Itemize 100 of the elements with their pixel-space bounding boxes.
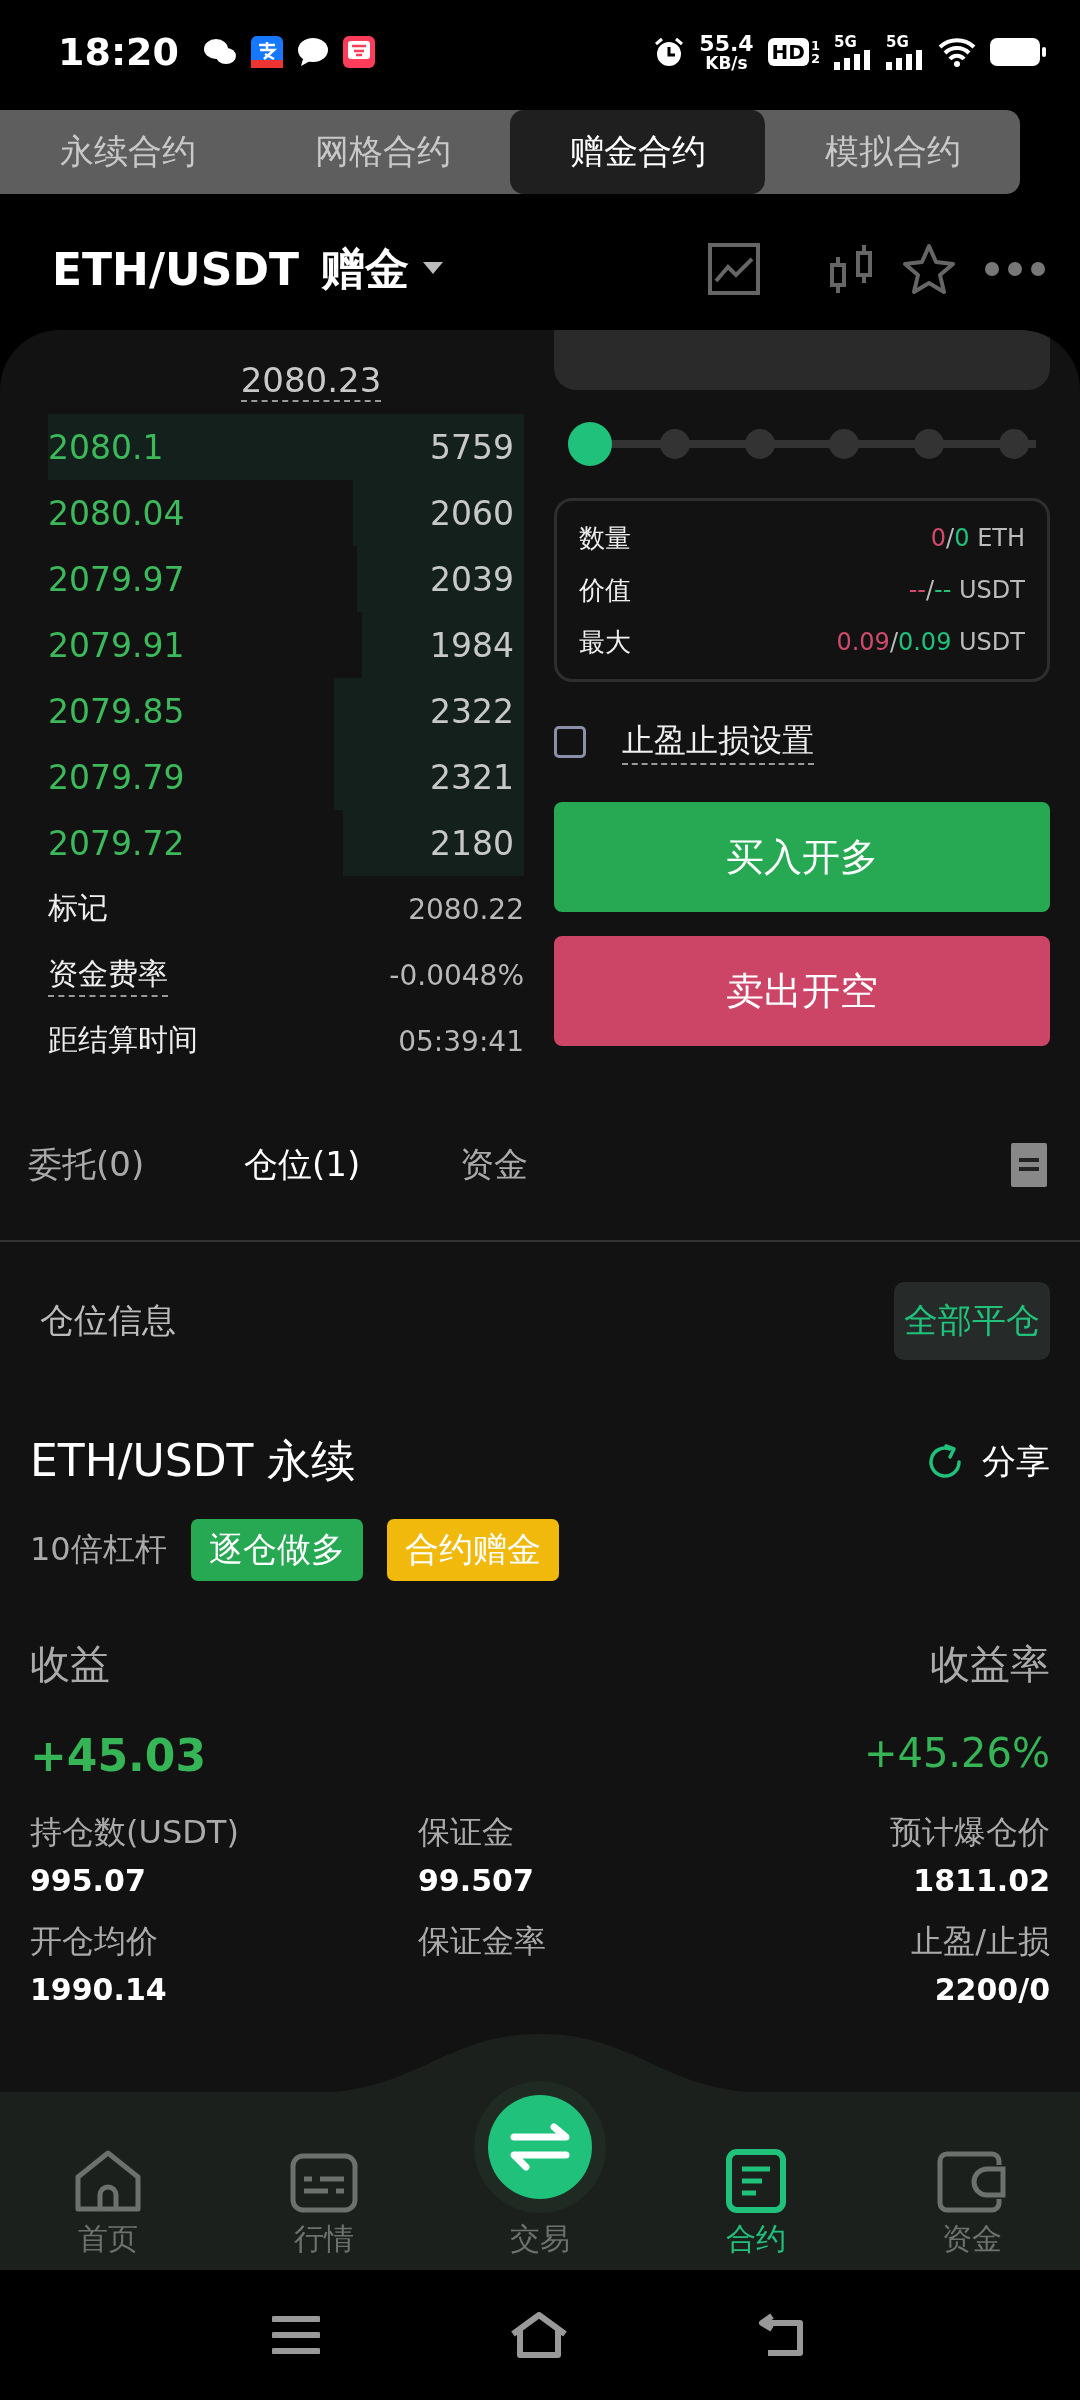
network-type: 5G bbox=[886, 34, 909, 50]
document-icon bbox=[726, 2149, 786, 2213]
order-tab[interactable]: 仓位(1) bbox=[244, 1142, 460, 1188]
swap-icon bbox=[472, 2079, 608, 2215]
mode-tab[interactable]: 网格合约 bbox=[255, 110, 510, 194]
order-tab[interactable]: 资金 bbox=[460, 1142, 676, 1188]
tp-sl-label[interactable]: 止盈止损设置 bbox=[622, 719, 814, 765]
hd-sub-label: 1 bbox=[810, 39, 820, 52]
bid-price[interactable]: 2079.79 bbox=[48, 757, 185, 797]
amount-field[interactable] bbox=[554, 330, 1050, 390]
unit-label: USDT bbox=[959, 576, 1025, 604]
dropdown-caret-icon[interactable] bbox=[422, 262, 443, 276]
section-title: 仓位信息 bbox=[40, 1299, 176, 1342]
mode-tab[interactable]: 赠金合约 bbox=[510, 110, 765, 194]
stat-label: 保证金率 bbox=[418, 1921, 547, 1962]
bid-amount: 2322 bbox=[430, 691, 514, 731]
summary-label: 最大 bbox=[579, 625, 631, 659]
network-speed: 55.4 bbox=[699, 32, 754, 55]
order-tab[interactable]: 委托(0) bbox=[28, 1142, 244, 1188]
speed-unit: KB/s bbox=[705, 54, 748, 72]
info-value: 2080.22 bbox=[408, 892, 524, 926]
bid-price[interactable]: 2079.97 bbox=[48, 559, 185, 599]
line-chart-icon[interactable] bbox=[708, 243, 760, 295]
bid-amount: 2060 bbox=[430, 493, 514, 533]
payment-app-icon bbox=[250, 36, 283, 68]
position-symbol: ETH/USDT 永续 bbox=[30, 1434, 356, 1488]
stat-value: 1811.02 bbox=[913, 1863, 1050, 1898]
position-tag: 合约赠金 bbox=[386, 1519, 559, 1581]
stat-value: 995.07 bbox=[30, 1863, 147, 1898]
network-type: 5G bbox=[834, 34, 857, 50]
stat-label: 止盈/止损 bbox=[911, 1921, 1050, 1962]
home-button-icon[interactable] bbox=[510, 2312, 568, 2358]
unit-label: USDT bbox=[959, 628, 1025, 656]
menu-icon[interactable] bbox=[272, 2315, 320, 2355]
info-label: 距结算时间 bbox=[48, 1020, 198, 1059]
wifi-icon bbox=[938, 37, 976, 67]
leverage-label: 10倍杠杆 bbox=[30, 1529, 167, 1570]
bid-price[interactable]: 2079.91 bbox=[48, 625, 185, 665]
separator-slash: / bbox=[889, 628, 898, 656]
slider-thumb[interactable] bbox=[568, 422, 612, 466]
buy-value: -- bbox=[934, 576, 952, 604]
home-icon bbox=[74, 2149, 142, 2213]
summary-label: 数量 bbox=[579, 521, 631, 555]
bid-price[interactable]: 2080.04 bbox=[48, 493, 185, 533]
sell-value: 0 bbox=[930, 524, 947, 552]
message-app-icon bbox=[296, 37, 329, 67]
chat-app-icon bbox=[202, 37, 237, 67]
pair-title[interactable]: ETH/USDT bbox=[52, 243, 299, 295]
hd-sub-label: 2 bbox=[810, 52, 820, 65]
buy-value: 0.09 bbox=[897, 628, 952, 656]
nav-tab[interactable]: 合约 bbox=[676, 2149, 836, 2260]
last-price[interactable]: 2080.23 bbox=[240, 360, 382, 402]
unit-label: ETH bbox=[977, 524, 1025, 552]
bid-price[interactable]: 2079.72 bbox=[48, 823, 185, 863]
status-time: 18:20 bbox=[58, 30, 179, 74]
share-icon[interactable] bbox=[926, 1442, 964, 1481]
star-icon[interactable] bbox=[902, 243, 956, 295]
wallet-icon bbox=[937, 2151, 1007, 2213]
alarm-icon bbox=[653, 36, 686, 68]
summary-label: 价值 bbox=[579, 573, 631, 607]
market-icon bbox=[290, 2153, 358, 2213]
bid-price[interactable]: 2079.85 bbox=[48, 691, 185, 731]
shopping-app-icon bbox=[342, 36, 375, 68]
roe-label: 收益率 bbox=[930, 1640, 1050, 1689]
roe-value: +45.26% bbox=[863, 1730, 1050, 1778]
sell-value: -- bbox=[908, 576, 926, 604]
mode-tab[interactable]: 永续合约 bbox=[0, 110, 255, 194]
stat-value: 99.507 bbox=[418, 1863, 535, 1898]
sell-value: 0.09 bbox=[836, 628, 890, 656]
info-label: 资金费率 bbox=[48, 953, 168, 997]
separator-slash: / bbox=[946, 524, 955, 552]
stat-value: 1990.14 bbox=[30, 1972, 168, 2007]
separator-slash: / bbox=[926, 576, 935, 604]
mode-label[interactable]: 赠金 bbox=[320, 239, 409, 299]
sell-short-button[interactable]: 卖出开空 bbox=[554, 936, 1050, 1046]
battery-icon bbox=[990, 38, 1046, 66]
info-label: 标记 bbox=[48, 888, 108, 927]
bid-amount: 2321 bbox=[430, 757, 514, 797]
more-icon[interactable] bbox=[984, 261, 1046, 277]
signal-icon bbox=[834, 49, 872, 70]
bid-amount: 1984 bbox=[430, 625, 514, 665]
share-link[interactable]: 分享 bbox=[982, 1438, 1050, 1485]
stat-value: 2200/0 bbox=[934, 1972, 1050, 2007]
stat-label: 开仓均价 bbox=[30, 1921, 159, 1962]
bid-price[interactable]: 2080.1 bbox=[48, 427, 164, 467]
stat-label: 持仓数(USDT) bbox=[30, 1812, 240, 1853]
info-value: 05:39:41 bbox=[398, 1024, 524, 1058]
checkbox[interactable] bbox=[554, 726, 586, 758]
list-icon[interactable] bbox=[1011, 1143, 1047, 1187]
mode-tab[interactable]: 模拟合约 bbox=[765, 110, 1020, 194]
stat-label: 保证金 bbox=[418, 1812, 515, 1853]
position-tag: 逐仓做多 bbox=[190, 1519, 363, 1581]
close-all-button[interactable]: 全部平仓 bbox=[894, 1282, 1050, 1360]
buy-value: 0 bbox=[954, 524, 970, 552]
bid-amount: 2039 bbox=[430, 559, 514, 599]
bid-amount: 5759 bbox=[430, 427, 514, 467]
signal-icon bbox=[886, 49, 924, 70]
candlestick-icon[interactable] bbox=[828, 243, 874, 295]
pnl-label: 收益 bbox=[30, 1640, 110, 1689]
hd-badge: HD bbox=[767, 38, 809, 66]
